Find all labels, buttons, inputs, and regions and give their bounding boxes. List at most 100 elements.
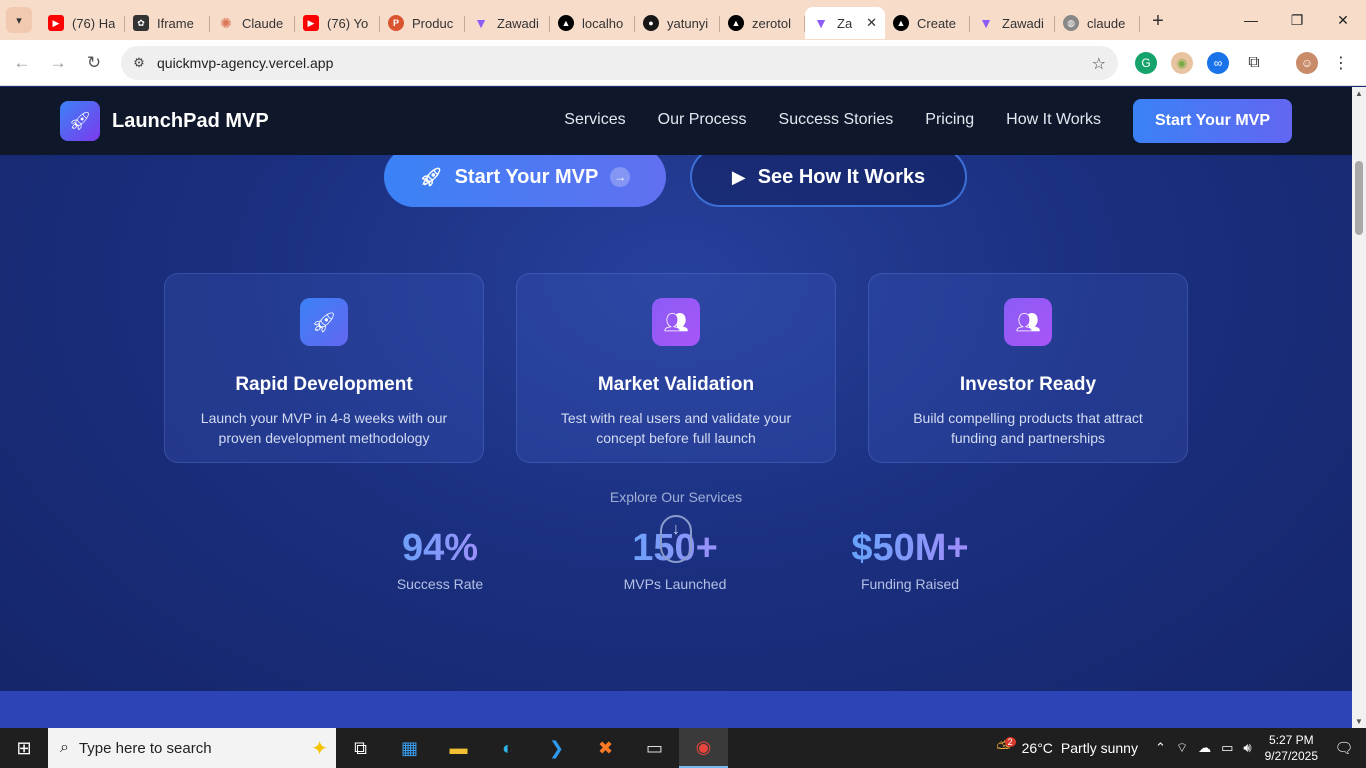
- terminal-icon[interactable]: ▭: [630, 728, 679, 768]
- stat-funding-raised: $50M+ Funding Raised: [840, 527, 980, 592]
- users-icon: 👥︎: [652, 298, 700, 346]
- play-icon: ▶: [731, 166, 746, 187]
- microsoft-store-icon[interactable]: ▦: [385, 728, 434, 768]
- browser-tab-active[interactable]: ▼ Za ✕: [805, 7, 885, 39]
- address-bar[interactable]: ⚙ quickmvp-agency.vercel.app ☆: [121, 46, 1118, 80]
- browser-tab[interactable]: ✺ Claude: [210, 7, 295, 39]
- scroll-down-icon[interactable]: ↓: [660, 515, 692, 563]
- page-scrollbar[interactable]: ▲ ▼: [1352, 87, 1366, 728]
- task-view-icon[interactable]: ⧉: [336, 728, 385, 768]
- youtube-icon: ▶: [303, 15, 319, 31]
- weather-alert-badge: 2: [1004, 737, 1016, 747]
- file-explorer-icon[interactable]: ▬: [434, 728, 483, 768]
- nav-link-pricing[interactable]: Pricing: [925, 111, 974, 129]
- rocket-icon: 🚀︎: [419, 166, 443, 187]
- back-arrow-icon[interactable]: ←: [4, 45, 40, 81]
- extension-icon[interactable]: ◉: [1171, 52, 1193, 74]
- browser-tab[interactable]: ◍ claude: [1055, 7, 1140, 39]
- browser-tab[interactable]: ▶ (76) Ha: [40, 7, 125, 39]
- stat-label: Success Rate: [396, 576, 484, 592]
- grammarly-extension-icon[interactable]: G: [1135, 52, 1157, 74]
- nav-link-how-it-works[interactable]: How It Works: [1006, 111, 1101, 129]
- stat-success-rate: 94% Success Rate: [380, 527, 500, 592]
- infinity-extension-icon[interactable]: ∞: [1207, 52, 1229, 74]
- scroll-up-arrow-icon[interactable]: ▲: [1355, 89, 1363, 98]
- puzzle-extensions-icon[interactable]: ⧉: [1243, 52, 1265, 74]
- browser-tab[interactable]: ▲ Create: [885, 7, 970, 39]
- reload-icon[interactable]: ↻: [76, 45, 112, 81]
- notification-center-icon[interactable]: 🗨︎: [1330, 739, 1358, 757]
- vite-icon: ▼: [474, 15, 488, 31]
- browser-tab[interactable]: ▲ zerotol: [720, 7, 805, 39]
- close-window-icon[interactable]: ✕: [1320, 0, 1366, 40]
- stat-value: $50M+: [840, 527, 980, 570]
- card-title: Investor Ready: [959, 374, 1097, 395]
- taskbar-clock[interactable]: 5:27 PM 9/27/2025: [1265, 732, 1318, 764]
- producthunt-icon: P: [388, 15, 404, 31]
- browser-tab[interactable]: ● yatunyi: [635, 7, 720, 39]
- nav-start-mvp-button[interactable]: Start Your MVP: [1133, 99, 1292, 143]
- rocket-logo-icon[interactable]: 🚀︎: [60, 101, 100, 141]
- card-description: Launch your MVP in 4-8 weeks with our pr…: [200, 410, 448, 446]
- nav-link-success-stories[interactable]: Success Stories: [779, 111, 894, 129]
- youtube-icon: ▶: [48, 15, 64, 31]
- scrollbar-thumb[interactable]: [1355, 161, 1363, 235]
- weather-widget[interactable]: ⛅︎ 2 26°C Partly sunny: [996, 737, 1138, 759]
- globe-icon: ◍: [1063, 15, 1079, 31]
- edge-browser-icon[interactable]: ◐: [483, 728, 532, 768]
- profile-avatar[interactable]: ☺: [1296, 52, 1318, 74]
- browser-tab[interactable]: ✿ Iframe: [125, 7, 210, 39]
- battery-icon[interactable]: ▭: [1221, 740, 1233, 756]
- browser-tab[interactable]: P Produc: [380, 7, 465, 39]
- close-tab-icon[interactable]: ✕: [866, 15, 877, 31]
- vscode-icon[interactable]: ❯: [532, 728, 581, 768]
- site-info-icon[interactable]: ⚙: [127, 55, 151, 71]
- windows-start-icon[interactable]: ⊞: [0, 728, 48, 768]
- feature-cards: 🚀︎ Rapid Development Launch your MVP in …: [164, 273, 1188, 463]
- nav-links: Services Our Process Success Stories Pri…: [532, 111, 1101, 129]
- xampp-icon[interactable]: ✖: [581, 728, 630, 768]
- hero-see-how-button[interactable]: ▶ See How It Works: [690, 147, 967, 207]
- vite-icon: ▼: [979, 15, 993, 31]
- tab-list: ▶ (76) Ha ✿ Iframe ✺ Claude ▶ (76) Yo P Produ…: [40, 0, 1172, 40]
- explore-services-link[interactable]: Explore Our Services: [0, 489, 1352, 505]
- tab-search-button[interactable]: ▾: [6, 7, 32, 33]
- cloud-icon[interactable]: ☁: [1198, 740, 1211, 756]
- clock-time: 5:27 PM: [1268, 733, 1314, 747]
- volume-icon[interactable]: 🔊︎: [1243, 740, 1251, 756]
- system-tray: ⛅︎ 2 26°C Partly sunny ⌃ ⌔ ☁ ▭ 🔊︎ 5:27 P…: [996, 728, 1366, 768]
- vercel-icon: ▲: [728, 15, 744, 31]
- taskbar-search[interactable]: ⌕ Type here to search ✦: [48, 728, 336, 768]
- nav-link-services[interactable]: Services: [564, 111, 625, 129]
- feature-card-investor-ready: 👥︎ Investor Ready Build compelling produ…: [868, 273, 1188, 463]
- network-icon[interactable]: ⌔: [1176, 740, 1188, 756]
- brand-name[interactable]: LaunchPad MVP: [112, 110, 269, 133]
- scroll-down-arrow-icon[interactable]: ▼: [1355, 717, 1363, 726]
- browser-tab[interactable]: ▼ Zawadi: [465, 7, 550, 39]
- sparkle-icon: ✦: [311, 737, 328, 760]
- users-icon: 👥︎: [1004, 298, 1052, 346]
- clock-date: 9/27/2025: [1264, 749, 1318, 763]
- search-placeholder: Type here to search: [78, 739, 212, 757]
- minimize-icon[interactable]: —: [1228, 0, 1274, 40]
- chevron-up-icon[interactable]: ⌃: [1155, 740, 1166, 756]
- weather-description: Partly sunny: [1060, 740, 1138, 756]
- vite-icon: ▼: [814, 15, 828, 31]
- browser-tab[interactable]: ▶ (76) Yo: [295, 7, 380, 39]
- browser-tab[interactable]: ▲ localho: [550, 7, 635, 39]
- feature-card-rapid-development: 🚀︎ Rapid Development Launch your MVP in …: [164, 273, 484, 463]
- chrome-icon[interactable]: ◉: [679, 728, 728, 768]
- menu-kebab-icon[interactable]: ⋮: [1330, 52, 1352, 74]
- arrow-right-icon: →: [610, 167, 631, 187]
- url-text[interactable]: quickmvp-agency.vercel.app: [157, 55, 333, 71]
- new-tab-button[interactable]: +: [1144, 7, 1172, 35]
- restore-icon[interactable]: ❐: [1274, 0, 1320, 40]
- forward-arrow-icon[interactable]: →: [40, 45, 76, 81]
- bookmark-star-icon[interactable]: ☆: [1092, 54, 1106, 74]
- nav-link-our-process[interactable]: Our Process: [658, 111, 747, 129]
- vercel-icon: ▲: [893, 15, 909, 31]
- browser-tab[interactable]: ▼ Zawadi: [970, 7, 1055, 39]
- hero-start-mvp-button[interactable]: 🚀︎ Start Your MVP →: [384, 147, 666, 207]
- card-title: Market Validation: [597, 374, 755, 395]
- stat-label: MVPs Launched: [623, 576, 727, 592]
